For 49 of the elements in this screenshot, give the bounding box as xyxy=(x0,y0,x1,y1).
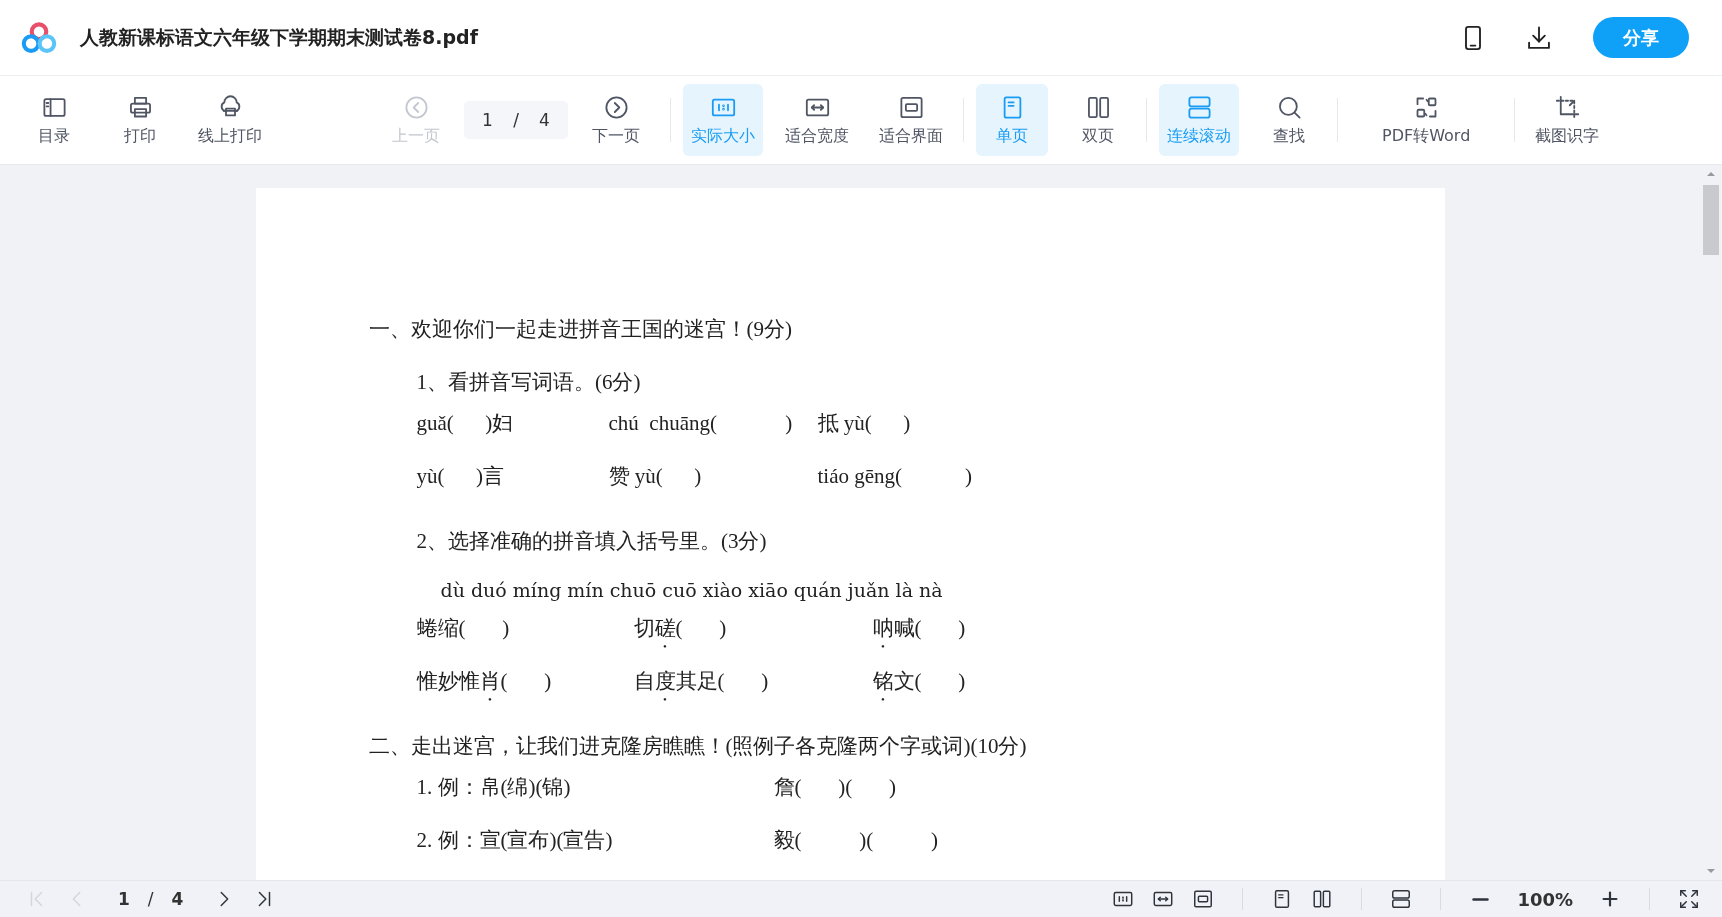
toolbar-button[interactable]: PDF转Word xyxy=(1374,84,1479,156)
zoom-out-icon xyxy=(1471,897,1489,901)
exercise-item: guǎ( )妇 xyxy=(416,410,515,437)
toolbar-button[interactable]: 适合界面 xyxy=(871,84,951,156)
exercise-item: 2. 例：宣(宣布)(宣告) xyxy=(416,827,614,854)
question-text: 1、看拼音写词语。(6分) xyxy=(415,368,642,396)
toolbar-button[interactable]: 截图识字 xyxy=(1527,84,1608,156)
next-page-button[interactable]: 下一页 xyxy=(580,84,652,156)
continuous-scroll-icon xyxy=(1390,888,1413,910)
exercise-item: 铭文( ) xyxy=(872,668,966,695)
exercise-item: 抵 yù( ) xyxy=(817,410,911,437)
toolbar-button[interactable]: 目录 xyxy=(18,84,90,156)
question-text: 2、选择准确的拼音填入括号里。(3分) xyxy=(415,527,768,555)
exercise-item: 自度其足( ) xyxy=(633,668,770,695)
two-page-icon xyxy=(1311,888,1334,910)
pinyin-options: dù duó míng mín chuō cuō xiào xiāo quán juǎn là nà xyxy=(368,567,1445,613)
scroll-up-arrow-icon[interactable] xyxy=(1706,171,1716,177)
continuous-scroll-icon xyxy=(1185,93,1213,121)
exercise-item: 毅( )( ) xyxy=(773,827,938,854)
fullscreen-icon xyxy=(1678,888,1700,910)
zoom-level: 100% xyxy=(1517,888,1573,910)
document-title: 人教新课标语文六年级下学期期末测试卷8.pdf xyxy=(80,24,478,50)
section-heading: 二、走出迷宫，让我们进克隆房瞧瞧！(照例子各克隆两个字或词)(10分) xyxy=(368,732,1028,760)
toolbar-button[interactable]: 线上打印 xyxy=(190,84,270,156)
previous-page-icon xyxy=(402,93,430,121)
crop-icon xyxy=(1553,93,1581,121)
exercise-item: 1. 例：帛(绵)(锦) xyxy=(416,774,572,801)
exercise-item: yù( )言 xyxy=(416,463,505,490)
exercise-item: 赞 yù( ) xyxy=(608,463,703,490)
section-heading: 一、欢迎你们一起走进拼音王国的迷宫！(9分) xyxy=(368,315,793,343)
page-number-field[interactable]: 1 / 4 xyxy=(464,101,568,139)
toolbar-button[interactable]: 适合宽度 xyxy=(777,84,857,156)
exercise-item: 切磋( ) xyxy=(633,615,728,642)
scrollbar-thumb[interactable] xyxy=(1703,185,1719,255)
toolbar-button[interactable]: 查找 xyxy=(1253,84,1325,156)
exercise-item: 蜷缩( ) xyxy=(416,615,511,642)
exercise-item: 惟妙惟肖( ) xyxy=(416,668,553,695)
scroll-down-arrow-icon[interactable] xyxy=(1706,868,1716,874)
exercise-item: 呐喊( ) xyxy=(872,615,966,642)
exercise-item: 詹( )( ) xyxy=(773,774,896,801)
exercise-item: chú chuāng( ) xyxy=(608,410,794,437)
current-page-number[interactable]: 1 xyxy=(118,889,130,909)
page-separator: / xyxy=(147,889,154,909)
total-pages: 4 xyxy=(171,889,184,909)
fit-screen-icon xyxy=(1192,888,1215,910)
next-page-icon xyxy=(602,93,630,121)
toolbar-button[interactable]: 双页 xyxy=(1062,84,1134,156)
exercise-item: tiáo gēng( ) xyxy=(817,463,973,490)
toolbar-button[interactable]: 打印 xyxy=(104,84,176,156)
